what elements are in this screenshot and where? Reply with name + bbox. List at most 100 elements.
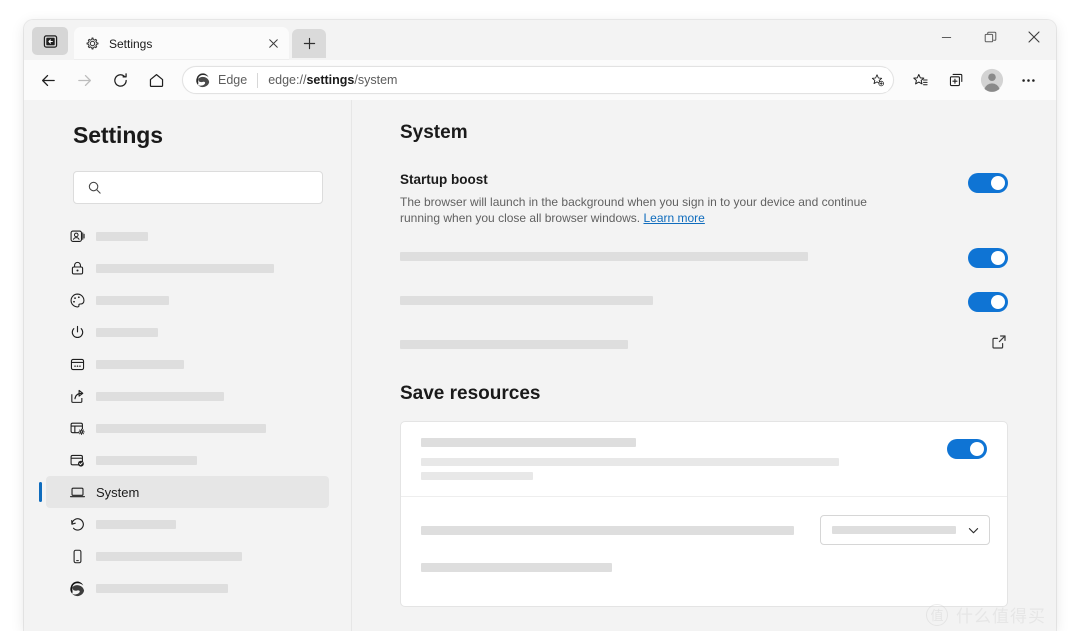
sidebar-item-label: System [96,484,140,500]
setting-toggle-3[interactable] [968,292,1008,312]
power-icon [68,323,86,341]
favorites-icon [912,73,928,85]
open-external-button[interactable] [990,333,1008,351]
tab-close-button[interactable] [263,34,283,54]
sidebar-panel-icon [68,355,86,373]
sidebar-item-label-redacted [96,263,274,273]
plus-icon [303,37,315,50]
card-row-redacted-last [401,563,1007,606]
collections-button[interactable] [941,65,971,95]
sidebar-item-label-redacted [96,519,176,529]
sidebar-item-startup[interactable] [46,316,329,348]
sidebar-item-label-redacted [96,423,266,433]
gear-icon [84,36,100,52]
sidebar-item-label-redacted [96,327,158,337]
add-favorite-button[interactable] [865,68,889,92]
new-tab-button[interactable] [292,29,326,58]
sidebar-item-about[interactable] [46,572,329,604]
sidebar-item-default-browser[interactable] [46,444,329,476]
search-icon [88,181,101,194]
save-resources-card [400,421,1008,607]
share-icon [68,387,86,405]
sidebar-item-label-redacted [96,391,224,401]
url-prefix: edge:// [268,73,307,87]
restore-icon [984,31,996,42]
tab-actions-button[interactable] [32,27,68,55]
back-button[interactable] [33,65,63,95]
sidebar-item-label-redacted [96,295,169,305]
card-row-dropdown [401,496,1007,563]
card-row-efficiency-mode [401,422,1007,496]
card-text [421,438,947,480]
url-bold: settings [306,73,355,87]
startup-boost-label: Startup boost [400,172,488,187]
settings-sidebar: Settings System [24,100,352,631]
edge-logo-icon [196,73,210,88]
palette-icon [68,291,86,309]
back-arrow-icon [41,74,55,86]
sidebar-item-phone[interactable] [46,540,329,572]
sidebar-item-appearance[interactable] [46,284,329,316]
minimize-button[interactable] [924,20,968,54]
setting-text [400,252,968,261]
profile-icon [68,227,86,245]
startup-boost-toggle[interactable] [968,173,1008,193]
redacted-label [421,525,794,535]
setting-text [400,340,990,349]
card-text [421,525,820,535]
redacted-label [400,340,628,349]
resource-dropdown[interactable] [820,515,990,545]
redacted-label [400,296,653,305]
settings-content: System Startup boost The browser will la… [352,100,1056,631]
forward-button[interactable] [69,65,99,95]
settings-nav-list: System [24,220,351,604]
sidebar-item-privacy[interactable] [46,252,329,284]
setting-text: Startup boost The browser will launch in… [400,172,968,226]
close-button[interactable] [1012,20,1056,54]
card-text [421,563,987,572]
sidebar-item-share[interactable] [46,380,329,412]
efficiency-mode-toggle[interactable] [947,439,987,459]
browser-gear-icon [68,419,86,437]
sidebar-item-label-redacted [96,551,242,561]
omnibox-divider [257,72,259,88]
window-controls [924,20,1056,54]
more-options-button[interactable] [1013,65,1043,95]
profile-button[interactable] [977,65,1007,95]
collections-icon [949,73,962,86]
sidebar-item-cookies[interactable] [46,412,329,444]
redacted-label [421,438,636,447]
more-options-icon [1021,78,1035,82]
save-resources-heading: Save resources [400,383,541,404]
url-suffix: /system [354,73,398,87]
sidebar-item-label-redacted [96,231,148,241]
address-bar[interactable]: Edge edge://settings/system [182,66,894,94]
profile-avatar-icon [980,68,1004,92]
sidebar-item-newtab[interactable] [46,348,329,380]
favorites-button[interactable] [905,65,935,95]
lock-icon [68,259,86,277]
sidebar-item-system[interactable]: System [39,476,329,508]
setting-row-redacted-2 [400,292,1008,312]
setting-row-redacted-1 [400,248,1008,268]
learn-more-link[interactable]: Learn more [643,211,704,225]
setting-text [400,296,968,305]
restore-button[interactable] [968,20,1012,54]
settings-page: Settings System System Startup boost The… [24,100,1056,631]
home-button[interactable] [141,65,171,95]
refresh-button[interactable] [105,65,135,95]
sidebar-item-reset[interactable] [46,508,329,540]
settings-search-box[interactable] [73,171,323,204]
sidebar-item-label-redacted [96,455,197,465]
dropdown-value-redacted [832,526,956,534]
laptop-icon [68,483,86,501]
tab-actions-icon [43,34,57,48]
close-icon [268,39,278,48]
setting-toggle-2[interactable] [968,248,1008,268]
tab-settings[interactable]: Settings [74,27,289,60]
setting-row-redacted-3 [400,335,1008,351]
edge-logo-icon [68,579,86,597]
tab-strip: Settings [24,20,1056,60]
sidebar-item-label-redacted [96,359,184,369]
sidebar-item-profiles[interactable] [46,220,329,252]
